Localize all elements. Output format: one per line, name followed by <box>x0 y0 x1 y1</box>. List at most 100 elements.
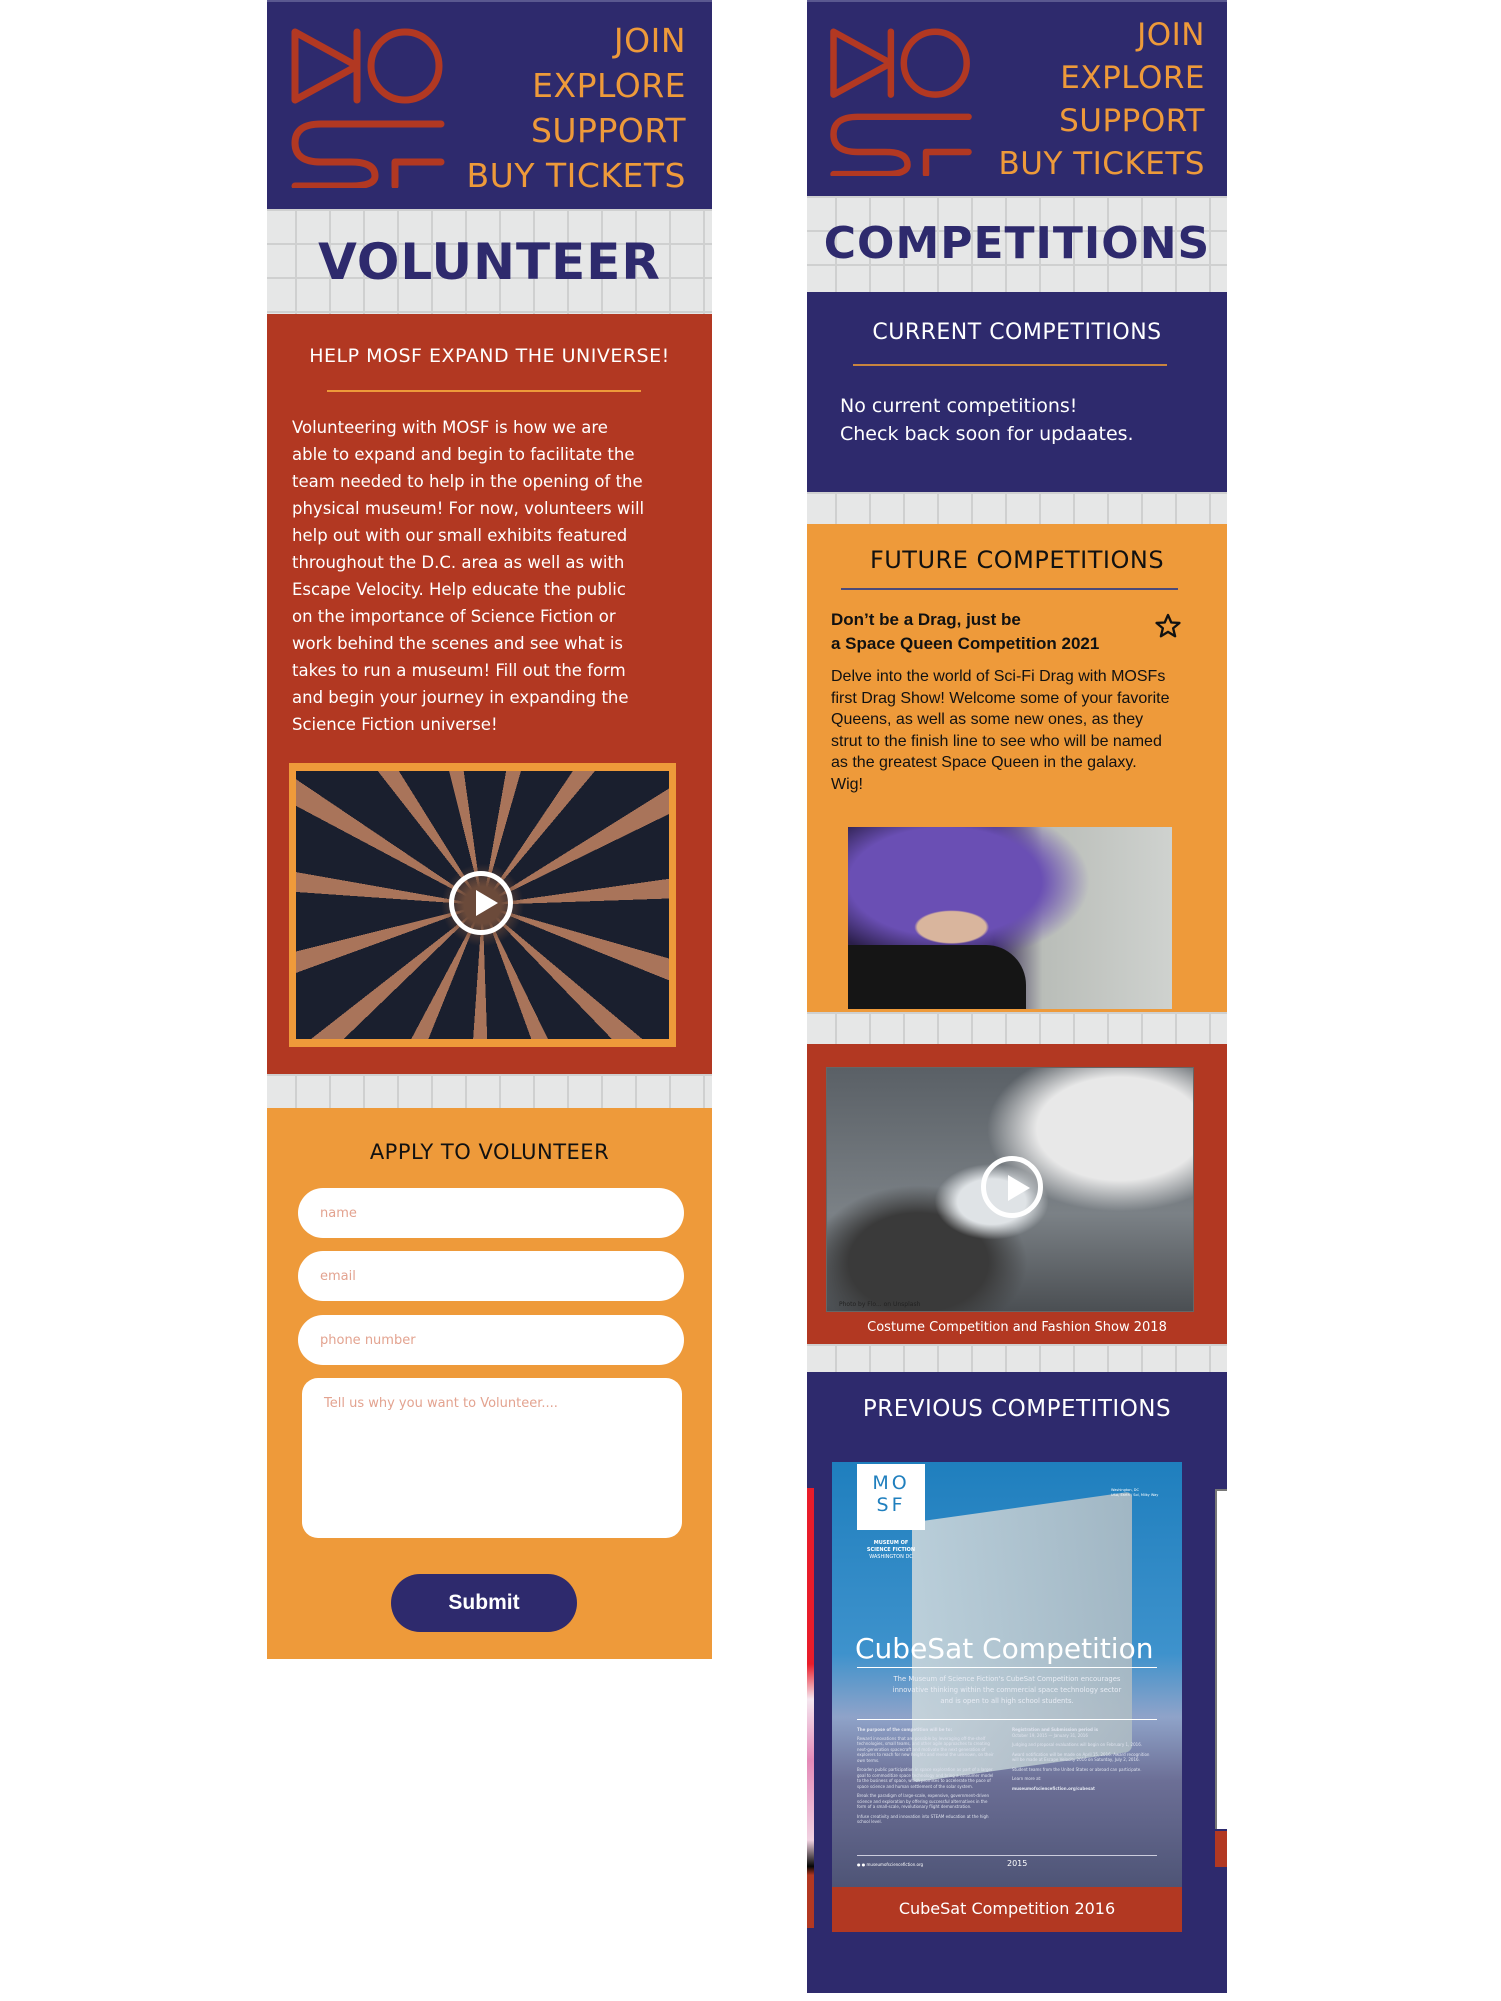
poster-paragraph: Judging and proposal evaluations will be… <box>1012 1742 1143 1747</box>
poster-paragraph: October 19, 2015 — January 31, 2016 <box>1012 1732 1088 1738</box>
poster-right-column: Registration and Submission period is Oc… <box>1012 1727 1152 1791</box>
previous-competitions-section: PREVIOUS COMPETITIONS MO SF MUSEUM OF SCI… <box>807 1372 1227 1993</box>
intro-body: Volunteering with MOSF is how we are able… <box>292 414 692 738</box>
nav-join[interactable]: JOIN <box>467 18 686 63</box>
nav-buy-tickets[interactable]: BUY TICKETS <box>998 143 1205 186</box>
poster-footer-year: 2015 <box>1007 1859 1028 1868</box>
mosf-logo[interactable] <box>291 28 446 188</box>
poster-org-name: MUSEUM OF SCIENCE FICTION WASHINGTON DC <box>866 1540 916 1560</box>
text-line: and begin your journey in expanding the <box>292 688 629 707</box>
social-icons: ● ● <box>857 1862 867 1867</box>
heading-divider <box>327 390 641 392</box>
text-line: work behind the scenes and see what is <box>292 634 623 653</box>
poster-link[interactable]: museumofsciencefiction.org/cubesat <box>1012 1786 1152 1792</box>
name-input[interactable] <box>298 1188 684 1238</box>
heading-divider <box>841 588 1178 590</box>
next-carousel-card-caption <box>1215 1831 1227 1867</box>
current-message-line: Check back soon for updaates. <box>840 423 1134 445</box>
featured-video-section: Photo by Flo... on Unsplash Costume Comp… <box>807 1044 1227 1344</box>
costume-video[interactable]: Photo by Flo... on Unsplash <box>826 1067 1194 1312</box>
future-description: Delve into the world of Sci-Fi Drag with… <box>831 666 1211 795</box>
poster-location: Washington, DC USA, Earth / Sol, Milky W… <box>1111 1488 1159 1497</box>
page-title: COMPETITIONS <box>823 218 1211 269</box>
prev-carousel-card[interactable] <box>807 1488 814 1928</box>
previous-heading: PREVIOUS COMPETITIONS <box>862 1396 1172 1422</box>
play-icon[interactable] <box>449 871 513 935</box>
phone-input[interactable] <box>298 1315 684 1365</box>
text-line: physical museum! For now, volunteers wil… <box>292 499 645 518</box>
nav-join[interactable]: JOIN <box>998 14 1205 57</box>
poster-paragraph: Award notification will be made on April… <box>1012 1751 1150 1763</box>
main-nav: JOIN EXPLORE SUPPORT BUY TICKETS <box>467 18 686 198</box>
poster-left-column: The purpose of the competition will be t… <box>857 1727 997 1829</box>
volunteer-video[interactable] <box>289 763 676 1047</box>
play-icon[interactable] <box>981 1156 1043 1218</box>
site-header: JOIN EXPLORE SUPPORT BUY TICKETS <box>807 0 1227 196</box>
text-line: help out with our small exhibits feature… <box>292 526 628 545</box>
email-input[interactable] <box>298 1251 684 1301</box>
poster-logo-text: MO SF <box>872 1472 910 1516</box>
nav-support[interactable]: SUPPORT <box>998 100 1205 143</box>
poster-footer-site: ● ● museumofsciencefiction.org <box>857 1862 924 1867</box>
text-line: team needed to help in the opening of th… <box>292 472 643 491</box>
divider-band <box>807 1344 1227 1372</box>
poster-paragraph: Reward innovations that are possible by … <box>857 1735 994 1763</box>
poster-rule <box>857 1855 1157 1856</box>
logo-mark-icon <box>830 28 972 176</box>
cubesat-poster[interactable]: MO SF MUSEUM OF SCIENCE FICTION WASHINGTO… <box>832 1462 1182 1887</box>
poster-rule <box>857 1667 1157 1668</box>
title-line: Don’t be a Drag, just be <box>831 610 1021 629</box>
poster-paragraph: Broaden public participation in space ex… <box>857 1767 994 1789</box>
text-line: Wig! <box>831 775 863 793</box>
poster-title: CubeSat Competition <box>855 1632 1154 1665</box>
title-line: a Space Queen Competition 2021 <box>831 634 1100 653</box>
text-line: Queens, as well as some new ones, as the… <box>831 711 1144 728</box>
mosf-logo[interactable] <box>829 28 974 176</box>
main-nav: JOIN EXPLORE SUPPORT BUY TICKETS <box>998 14 1205 186</box>
text-line: Escape Velocity. Help educate the public <box>292 580 626 599</box>
intro-heading: HELP MOSF EXPAND THE UNIVERSE! <box>309 345 670 367</box>
text-line: as the greatest Space Queen in the galax… <box>831 754 1137 771</box>
drag-queen-image <box>848 827 1172 1009</box>
nav-explore[interactable]: EXPLORE <box>998 57 1205 100</box>
star-outline-icon[interactable] <box>1154 612 1182 640</box>
poster-caption-bar: CubeSat Competition 2016 <box>832 1887 1182 1932</box>
text-line: Volunteering with MOSF is how we are <box>292 418 608 437</box>
submit-button[interactable]: Submit <box>391 1574 577 1632</box>
text-line: strut to the finish line to see who will… <box>831 732 1162 750</box>
nav-support[interactable]: SUPPORT <box>467 108 686 153</box>
poster-paragraph: Break the paradigm of large-scale, expen… <box>857 1793 989 1809</box>
text-line: throughout the D.C. area as well as with <box>292 553 625 572</box>
divider-band <box>807 492 1227 524</box>
divider-band <box>807 1012 1227 1044</box>
text-line: Delve into the world of Sci-Fi Drag with… <box>831 668 1166 685</box>
current-heading: CURRENT COMPETITIONS <box>872 320 1162 345</box>
title-band: VOLUNTEER <box>267 209 712 314</box>
message-textarea[interactable] <box>302 1378 682 1538</box>
poster-intro: The Museum of Science Fiction's CubeSat … <box>892 1675 1122 1705</box>
next-carousel-card[interactable] <box>1215 1489 1227 1829</box>
current-message-line: No current competitions! <box>840 395 1078 417</box>
nav-explore[interactable]: EXPLORE <box>467 63 686 108</box>
current-message: No current competitions! Check back soon… <box>840 392 1134 448</box>
poster-paragraph: Infuse creativity and innovation into ST… <box>857 1813 989 1825</box>
poster-paragraph: Student teams from the United States or … <box>1012 1766 1142 1772</box>
text-line: able to expand and begin to facilitate t… <box>292 445 635 464</box>
photo-credit: Photo by Flo... on Unsplash <box>839 1301 921 1308</box>
text-line: on the importance of Science Fiction or <box>292 607 616 626</box>
poster-paragraph: Learn more at: <box>1012 1776 1042 1781</box>
volunteer-intro-section: HELP MOSF EXPAND THE UNIVERSE! Volunteer… <box>267 314 712 1074</box>
volunteer-form-section: APPLY TO VOLUNTEER Submit <box>267 1108 712 1659</box>
video-caption: Costume Competition and Fashion Show 201… <box>867 1320 1167 1335</box>
text-line: takes to run a museum! Fill out the form <box>292 661 626 680</box>
future-item-title[interactable]: Don’t be a Drag, just be a Space Queen C… <box>831 608 1099 656</box>
current-competitions-section: CURRENT COMPETITIONS No current competit… <box>807 292 1227 492</box>
black-ruffle <box>848 945 1027 1009</box>
text-line: Science Fiction universe! <box>292 715 498 734</box>
title-band: COMPETITIONS <box>807 196 1227 292</box>
nav-buy-tickets[interactable]: BUY TICKETS <box>467 153 686 198</box>
heading-divider <box>853 364 1167 366</box>
form-heading: APPLY TO VOLUNTEER <box>369 1140 610 1164</box>
site-header: JOIN EXPLORE SUPPORT BUY TICKETS <box>267 0 712 209</box>
future-competitions-section: FUTURE COMPETITIONS Don’t be a Drag, jus… <box>807 524 1227 1012</box>
